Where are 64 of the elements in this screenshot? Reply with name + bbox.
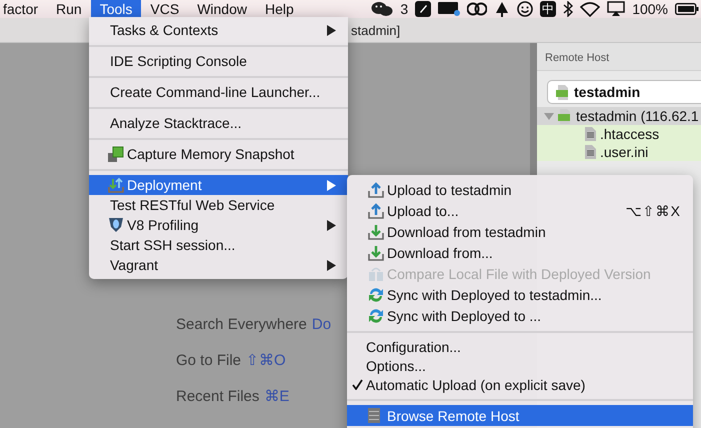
note-icon[interactable] (415, 1, 432, 17)
battery-percentage: 100% (632, 1, 668, 17)
menu-item[interactable]: Download from testadmin (347, 221, 693, 242)
menu-item[interactable]: Configuration... (347, 337, 693, 356)
menu-item[interactable]: Analyze Stacktrace... (89, 113, 348, 133)
shortcut-label: ⇧⌘O (246, 351, 286, 371)
menu-item[interactable]: Upload to testadmin (347, 179, 693, 200)
menu-bar-item[interactable]: factor (0, 0, 48, 18)
menu-item[interactable]: Vagrant (89, 255, 348, 275)
server-icon (368, 408, 380, 423)
upload-icon (368, 182, 384, 198)
bluetooth-icon[interactable] (563, 1, 574, 17)
menu-item[interactable]: Test RESTful Web Service (89, 195, 348, 215)
submenu-arrow-icon (327, 180, 336, 190)
upload-icon (368, 202, 384, 218)
menu-item[interactable]: IDE Scripting Console (89, 51, 348, 71)
menu-item[interactable]: Start SSH session... (89, 235, 348, 255)
hint-label: Recent Files (176, 387, 260, 407)
shield-icon (108, 217, 124, 233)
sync-icon (368, 308, 384, 324)
menu-item[interactable]: Options... (347, 356, 693, 375)
shortcut-label: Do (312, 315, 332, 335)
menu-item[interactable]: Sync with Deployed to ... (347, 305, 693, 326)
menu-item[interactable]: Browse Remote Host (347, 405, 693, 426)
hint-label: Go to File (176, 351, 242, 371)
menu-item[interactable]: Automatic Upload (on explicit save) (347, 375, 693, 394)
compare-icon (368, 266, 384, 282)
hint-label: Search Everywhere (176, 315, 307, 335)
drive-icon[interactable] (438, 2, 460, 16)
notification-count: 3 (400, 1, 408, 17)
menu-bar-item[interactable]: Run (47, 0, 91, 18)
wifi-icon[interactable] (580, 2, 600, 16)
chat-icon[interactable] (371, 1, 394, 17)
menu-bar-item[interactable]: VCS (141, 0, 188, 18)
submenu-arrow-icon (327, 24, 336, 36)
deployment-icon (108, 177, 124, 193)
menu-bar-item[interactable]: Help (256, 0, 303, 18)
window-title: stadmin] (351, 22, 400, 38)
menu-bar-item[interactable]: Tools (90, 0, 142, 18)
menu-item[interactable]: Create Command-line Launcher... (89, 82, 348, 102)
input-method-indicator[interactable]: 中 (540, 1, 556, 17)
battery-icon[interactable] (675, 3, 699, 15)
ftp-file-icon (556, 84, 570, 100)
menu-item[interactable]: Sync with Deployed to testadmin... (347, 284, 693, 305)
submenu-arrow-icon (327, 260, 336, 270)
menu-item[interactable]: V8 Profiling (89, 215, 348, 235)
screen-mirroring-icon[interactable] (607, 1, 626, 17)
menu-item[interactable]: Download from... (347, 242, 693, 263)
server-dropdown[interactable]: testadmin (547, 80, 701, 104)
menu-item[interactable]: Capture Memory Snapshot (89, 144, 348, 164)
sync-icon (368, 286, 384, 302)
file-icon (585, 127, 596, 141)
menu-item[interactable]: Upload to... ⌥⇧⌘X (347, 200, 693, 221)
file-icon (585, 145, 596, 159)
menu-item[interactable]: Tasks & Contexts (89, 20, 348, 40)
menu-item[interactable]: Deployment (89, 175, 348, 195)
download-icon (368, 224, 384, 240)
menu-bar-item[interactable]: Window (188, 0, 256, 18)
panel-title: Remote Host (545, 52, 610, 64)
chip-icon (108, 146, 124, 162)
submenu-arrow-icon (327, 220, 336, 230)
shortcut-label: ⌘E (264, 387, 290, 407)
download-icon (368, 244, 384, 260)
smiley-icon[interactable] (517, 1, 534, 17)
